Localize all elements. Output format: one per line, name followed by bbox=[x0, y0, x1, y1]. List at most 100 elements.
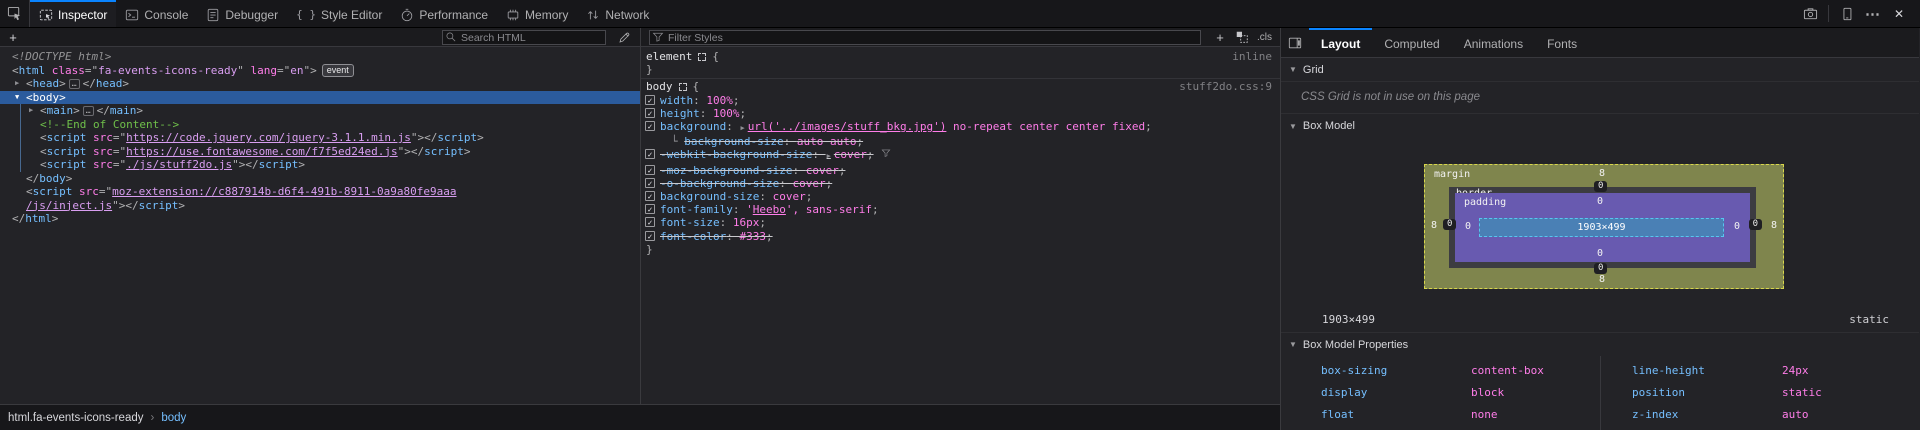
tab-network[interactable]: Network bbox=[577, 0, 658, 27]
property-value[interactable]: #333 bbox=[739, 230, 766, 243]
markup-line[interactable]: ▶<main>…</main> bbox=[0, 104, 640, 118]
declaration-checkbox[interactable]: ✓ bbox=[645, 149, 655, 159]
property-name[interactable]: display bbox=[1321, 386, 1471, 399]
box-model-border[interactable]: border padding 0 0 0 0 1903×499 bbox=[1449, 187, 1756, 268]
declaration-checkbox[interactable]: ✓ bbox=[645, 204, 655, 214]
sidebar-tab-layout[interactable]: Layout bbox=[1309, 28, 1372, 57]
css-declaration[interactable]: ✓background: ▶url('../images/stuff_bkg.j… bbox=[641, 120, 1280, 135]
property-name[interactable]: width bbox=[660, 94, 693, 107]
breadcrumb-item-html-fa-events-icons-ready[interactable]: html.fa-events-icons-ready bbox=[8, 412, 144, 424]
margin-top-value[interactable]: 8 bbox=[1599, 168, 1605, 179]
sidebar-tab-animations[interactable]: Animations bbox=[1452, 28, 1535, 57]
search-html-input[interactable] bbox=[442, 30, 606, 45]
property-value[interactable]: auto auto bbox=[797, 135, 857, 148]
property-value[interactable]: 16px bbox=[733, 216, 760, 229]
property-name[interactable]: font-family bbox=[660, 203, 733, 216]
property-value[interactable]: cover bbox=[792, 177, 825, 190]
inline-ellipsis-button[interactable]: … bbox=[83, 106, 94, 116]
markup-line[interactable]: </body> bbox=[0, 172, 640, 186]
collapse-arrow-icon[interactable]: ▼ bbox=[15, 91, 19, 105]
box-model-properties-header[interactable]: ▼ Box Model Properties bbox=[1281, 332, 1919, 356]
css-declaration[interactable]: ✓font-color: #333; bbox=[641, 230, 1280, 243]
tab-inspector[interactable]: Inspector bbox=[30, 0, 116, 27]
padding-bottom-value[interactable]: 0 bbox=[1597, 248, 1603, 259]
css-declaration[interactable]: ✓font-family: 'Heebo', sans-serif; bbox=[641, 203, 1280, 216]
property-value[interactable]: auto bbox=[1782, 408, 1809, 421]
selector-highlighter-icon[interactable] bbox=[698, 53, 706, 61]
markup-line[interactable]: <script src="./js/stuff2do.js"></script> bbox=[0, 158, 640, 172]
box-model-margin[interactable]: margin 8 8 8 8 border padding 0 0 0 0 1 bbox=[1424, 164, 1784, 289]
property-value[interactable]: 100% bbox=[713, 107, 740, 120]
property-name[interactable]: z-index bbox=[1632, 408, 1782, 421]
sidebar-tab-fonts[interactable]: Fonts bbox=[1535, 28, 1589, 57]
declaration-checkbox[interactable]: ✓ bbox=[645, 217, 655, 227]
property-name[interactable]: background bbox=[660, 120, 726, 133]
property-name[interactable]: background-size bbox=[684, 135, 783, 148]
border-left-value[interactable]: 0 bbox=[1443, 219, 1456, 230]
inline-ellipsis-button[interactable]: … bbox=[69, 79, 80, 89]
tab-style-editor[interactable]: { }Style Editor bbox=[287, 0, 391, 27]
border-top-value[interactable]: 0 bbox=[1594, 181, 1607, 192]
rule-source-link[interactable]: stuff2do.css:9 bbox=[1179, 80, 1272, 93]
declaration-checkbox[interactable]: ✓ bbox=[645, 121, 655, 131]
grid-section-header[interactable]: ▼ Grid bbox=[1281, 58, 1919, 82]
css-declaration[interactable]: ✓height: 100%; bbox=[641, 107, 1280, 120]
rule-selector[interactable]: element bbox=[646, 50, 692, 63]
property-value[interactable]: url('../images/stuff_bkg.jpg') bbox=[748, 120, 947, 133]
rule-selector[interactable]: body bbox=[646, 80, 673, 93]
tab-debugger[interactable]: Debugger bbox=[197, 0, 287, 27]
responsive-design-button[interactable] bbox=[1834, 0, 1860, 27]
property-value[interactable]: no-repeat center center fixed bbox=[946, 120, 1145, 133]
padding-right-value[interactable]: 0 bbox=[1734, 221, 1740, 232]
box-model-padding[interactable]: padding 0 0 0 0 1903×499 bbox=[1455, 193, 1750, 262]
property-value[interactable]: block bbox=[1471, 386, 1504, 399]
add-node-button[interactable]: + bbox=[0, 30, 26, 45]
eyedropper-button[interactable] bbox=[612, 31, 636, 44]
expand-arrow-icon[interactable]: ▶ bbox=[740, 124, 744, 132]
markup-line[interactable]: <script src="https://use.fontawesome.com… bbox=[0, 145, 640, 159]
markup-line[interactable]: ▼<body> bbox=[0, 91, 640, 105]
expand-arrow-icon[interactable]: ▶ bbox=[29, 104, 33, 118]
property-value[interactable]: 24px bbox=[1782, 364, 1809, 377]
add-rule-button[interactable]: + bbox=[1209, 30, 1231, 45]
property-name[interactable]: box-sizing bbox=[1321, 364, 1471, 377]
property-value[interactable]: Heebo bbox=[753, 203, 786, 216]
property-name[interactable]: font-color bbox=[660, 230, 726, 243]
property-value[interactable]: content-box bbox=[1471, 364, 1544, 377]
markup-line[interactable]: <html class="fa-events-icons-ready" lang… bbox=[0, 64, 640, 78]
margin-bottom-value[interactable]: 8 bbox=[1599, 274, 1605, 285]
selector-highlighter-icon[interactable] bbox=[679, 83, 687, 91]
property-value[interactable]: ', sans-serif bbox=[786, 203, 872, 216]
property-value[interactable]: static bbox=[1782, 386, 1822, 399]
expand-arrow-icon[interactable]: ▶ bbox=[15, 77, 19, 91]
css-declaration[interactable]: ✓font-size: 16px; bbox=[641, 216, 1280, 229]
markup-line[interactable]: <script src="https://code.jquery.com/jqu… bbox=[0, 131, 640, 145]
css-declaration[interactable]: ✓width: 100%; bbox=[641, 94, 1280, 107]
css-declaration[interactable]: ✓-o-background-size: cover; bbox=[641, 177, 1280, 190]
markup-line[interactable]: <!DOCTYPE html> bbox=[0, 50, 640, 64]
tab-performance[interactable]: Performance bbox=[391, 0, 497, 27]
css-declaration[interactable]: ✓background-size: cover; bbox=[641, 190, 1280, 203]
declaration-checkbox[interactable]: ✓ bbox=[645, 191, 655, 201]
markup-line[interactable]: </html> bbox=[0, 212, 640, 226]
markup-line[interactable]: /js/inject.js"></script> bbox=[0, 199, 640, 213]
property-value[interactable]: cover bbox=[806, 164, 839, 177]
property-name[interactable]: background-size bbox=[660, 190, 759, 203]
property-value[interactable]: cover bbox=[834, 148, 867, 161]
declaration-checkbox[interactable]: ✓ bbox=[645, 108, 655, 118]
rule-source-link[interactable]: inline bbox=[1232, 50, 1272, 63]
declaration-checkbox[interactable]: ✓ bbox=[645, 178, 655, 188]
property-name[interactable]: -o-background-size bbox=[660, 177, 779, 190]
css-declaration[interactable]: └ background-size: auto auto; bbox=[641, 135, 1280, 148]
declaration-checkbox[interactable]: ✓ bbox=[645, 165, 655, 175]
class-toggle-button[interactable]: .cls bbox=[1253, 32, 1280, 43]
css-declaration[interactable]: ✓-webkit-background-size: ▶cover; bbox=[641, 148, 1280, 163]
property-value[interactable]: none bbox=[1471, 408, 1498, 421]
css-declaration[interactable]: ✓-moz-background-size: cover; bbox=[641, 164, 1280, 177]
box-model-content[interactable]: 1903×499 bbox=[1479, 218, 1724, 237]
padding-top-value[interactable]: 0 bbox=[1597, 196, 1603, 207]
margin-right-value[interactable]: 8 bbox=[1771, 220, 1777, 231]
margin-left-value[interactable]: 8 bbox=[1431, 220, 1437, 231]
markup-line[interactable]: ▶<head>…</head> bbox=[0, 77, 640, 91]
close-devtools-button[interactable]: ✕ bbox=[1886, 0, 1912, 27]
